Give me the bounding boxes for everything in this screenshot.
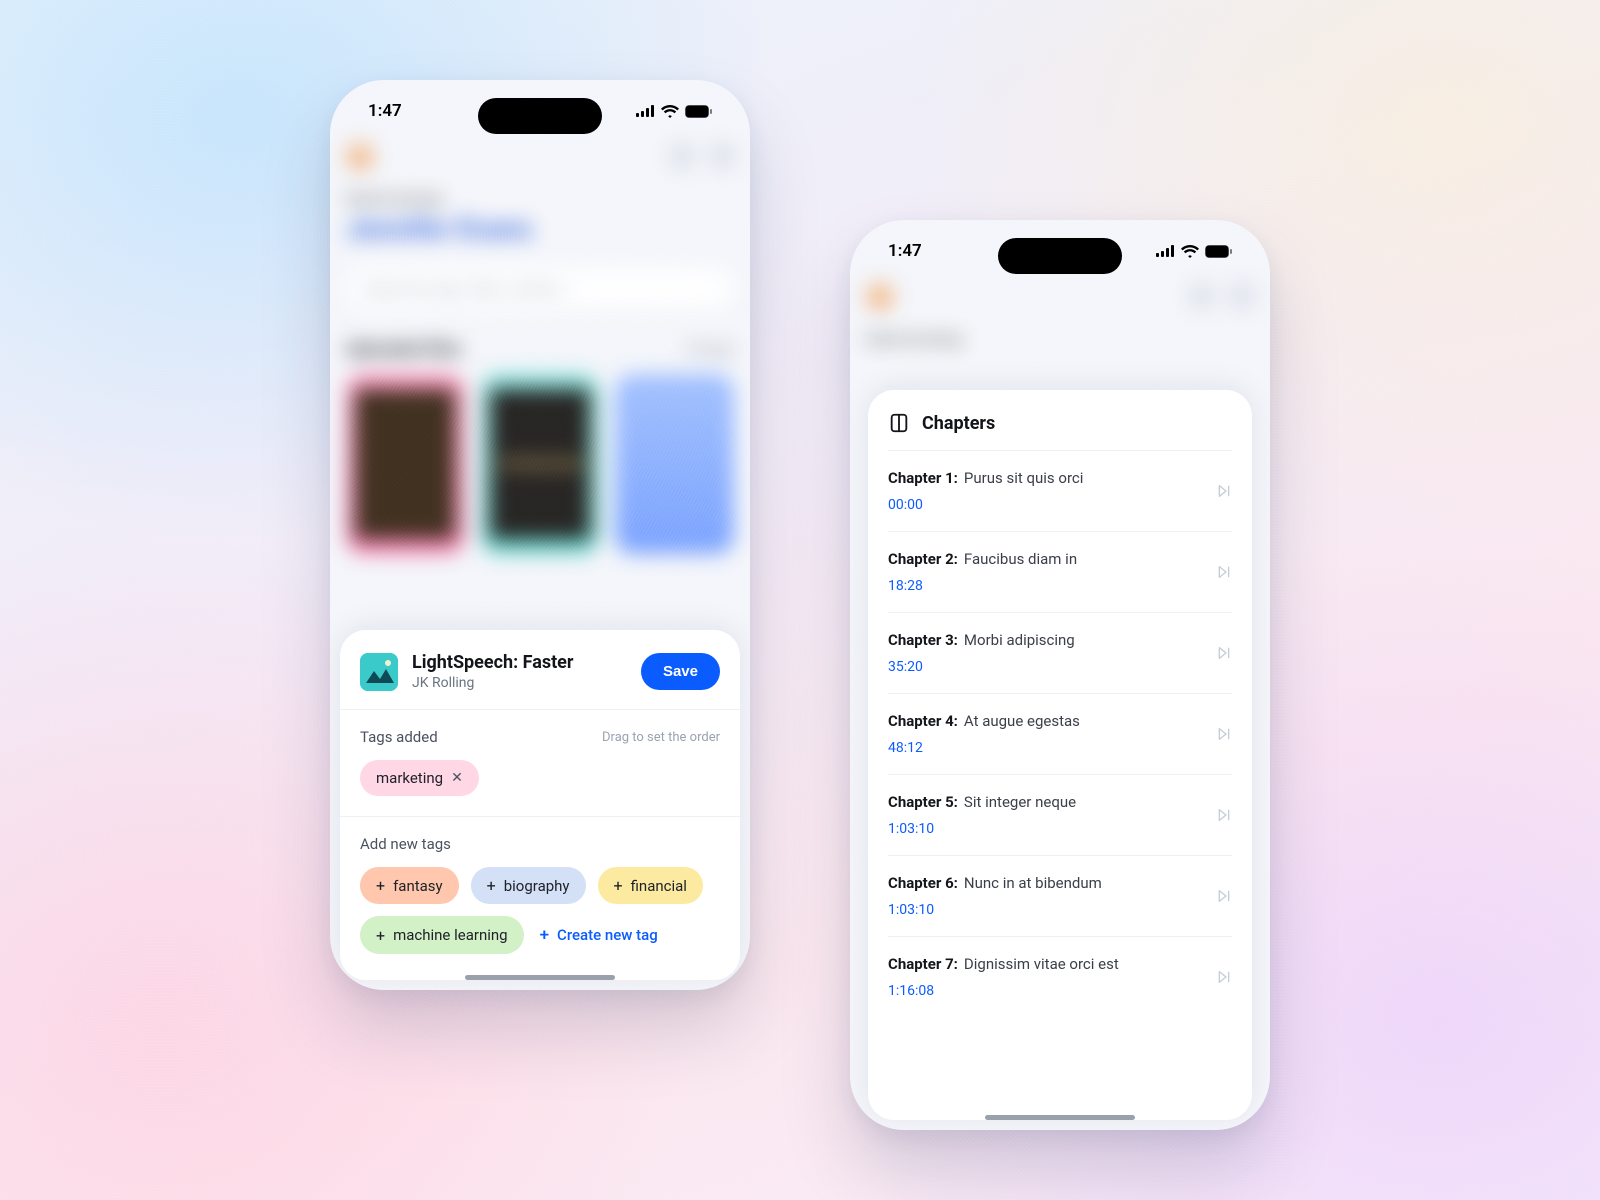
create-new-tag-link[interactable]: + Create new tag: [536, 916, 662, 954]
chapters-title: Chapters: [922, 413, 995, 434]
tag-suggestion-chip[interactable]: + financial: [598, 867, 703, 904]
status-time: 1:47: [368, 101, 402, 121]
chapter-row[interactable]: Chapter 6: Nunc in at bibendum 1:03:10: [888, 855, 1232, 936]
drag-hint: Drag to set the order: [602, 730, 720, 745]
skip-next-icon[interactable]: [1216, 483, 1232, 499]
tag-label: financial: [631, 877, 687, 895]
chapter-number: Chapter 4:: [888, 712, 958, 730]
skip-next-icon[interactable]: [1216, 726, 1232, 742]
chapter-time: 1:03:10: [888, 902, 1102, 918]
bell-icon: [1230, 284, 1254, 308]
save-button[interactable]: Save: [641, 653, 720, 690]
send-icon: [670, 144, 694, 168]
user-name: Jennifer Evans: [346, 212, 734, 245]
chapter-number: Chapter 2:: [888, 550, 958, 568]
cellular-icon: [636, 105, 655, 117]
chapter-name: Nunc in at bibendum: [964, 874, 1102, 892]
chapter-row[interactable]: Chapter 5: Sit integer neque 1:03:10: [888, 774, 1232, 855]
tag-label: machine learning: [393, 926, 508, 944]
book-cover: [615, 374, 734, 554]
chapter-row[interactable]: Chapter 3: Morbi adipiscing 35:20: [888, 612, 1232, 693]
chapter-time: 35:20: [888, 659, 1075, 675]
section-action: All tags: [687, 342, 734, 358]
chapter-time: 18:28: [888, 578, 1077, 594]
plus-icon: +: [540, 925, 549, 945]
sheet-subtitle: JK Rolling: [412, 675, 573, 691]
phone-left: 1:47 Good morning Jennifer Evans Search …: [330, 80, 750, 990]
chapter-row[interactable]: Chapter 4: At augue egestas 48:12: [888, 693, 1232, 774]
home-indicator[interactable]: [985, 1115, 1135, 1120]
chapter-name: Faucibus diam in: [964, 550, 1077, 568]
tag-suggestion-chip[interactable]: + biography: [471, 867, 586, 904]
plus-icon: +: [376, 876, 385, 895]
chapter-name: Purus sit quis orci: [964, 469, 1083, 487]
remove-tag-icon[interactable]: ✕: [451, 770, 463, 786]
plus-icon: +: [376, 926, 385, 945]
tags-added-list: marketing ✕: [360, 760, 720, 796]
send-icon: [1190, 284, 1214, 308]
book-open-icon: [888, 412, 910, 434]
skip-next-icon[interactable]: [1216, 564, 1232, 580]
skip-next-icon[interactable]: [1216, 888, 1232, 904]
avatar: [346, 142, 374, 170]
tag-suggestion-chip[interactable]: + machine learning: [360, 916, 524, 954]
tag-chip[interactable]: marketing ✕: [360, 760, 479, 796]
wifi-icon: [1181, 245, 1199, 258]
chapter-number: Chapter 3:: [888, 631, 958, 649]
book-cover: STEPHEN KING: [481, 374, 600, 554]
phone-right: 1:47 Good morning: [850, 220, 1270, 1130]
avatar: [866, 282, 894, 310]
tag-suggestions: + fantasy + biography + financial + machine lea…: [360, 867, 720, 954]
section-title: Uploaded files: [346, 339, 462, 360]
chapter-name: Sit integer neque: [964, 793, 1076, 811]
chapter-row[interactable]: Chapter 2: Faucibus diam in 18:28: [888, 531, 1232, 612]
create-new-tag-label: Create new tag: [557, 926, 658, 944]
tag-suggestion-chip[interactable]: + fantasy: [360, 867, 459, 904]
plus-icon: +: [487, 876, 496, 895]
chapters-sheet: Chapters Chapter 1: Purus sit quis orci 00…: [868, 390, 1252, 1120]
chapter-row[interactable]: Chapter 1: Purus sit quis orci 00:00: [888, 450, 1232, 531]
skip-next-icon[interactable]: [1216, 969, 1232, 985]
chapter-number: Chapter 6:: [888, 874, 958, 892]
chapter-number: Chapter 1:: [888, 469, 958, 487]
chapter-time: 1:16:08: [888, 983, 1119, 999]
bell-icon: [710, 144, 734, 168]
chapter-time: 48:12: [888, 740, 1080, 756]
battery-icon: [685, 105, 712, 118]
greeting: Good morning: [346, 190, 734, 208]
tag-label: biography: [504, 877, 570, 895]
search-input: Search by tags, titles, content…: [346, 267, 734, 311]
chapter-row[interactable]: Chapter 7: Dignissim vitae orci est 1:16:0…: [888, 936, 1232, 1017]
tag-label: marketing: [376, 769, 443, 787]
tags-sheet: LightSpeech: Faster JK Rolling Save Tags…: [340, 630, 740, 980]
wifi-icon: [661, 105, 679, 118]
chapter-name: At augue egestas: [964, 712, 1080, 730]
skip-next-icon[interactable]: [1216, 645, 1232, 661]
greeting: Good morning: [866, 330, 1254, 348]
chapters-list: Chapter 1:Purus sit quis orci00:00Chapte…: [868, 450, 1252, 1017]
chapter-name: Dignissim vitae orci est: [964, 955, 1119, 973]
plus-icon: +: [614, 876, 623, 895]
sheet-title: LightSpeech: Faster: [412, 652, 573, 673]
tags-added-label: Tags added: [360, 728, 438, 746]
tag-label: fantasy: [393, 877, 443, 895]
chapter-number: Chapter 7:: [888, 955, 958, 973]
book-cover: [346, 374, 465, 554]
cellular-icon: [1156, 245, 1175, 257]
chapter-time: 1:03:10: [888, 821, 1076, 837]
book-thumbnail: [360, 653, 398, 691]
dynamic-island: [478, 98, 602, 134]
home-indicator[interactable]: [465, 975, 615, 980]
status-time: 1:47: [888, 241, 922, 261]
chapter-number: Chapter 5:: [888, 793, 958, 811]
chapter-name: Morbi adipiscing: [964, 631, 1075, 649]
add-new-tags-label: Add new tags: [360, 835, 451, 853]
skip-next-icon[interactable]: [1216, 807, 1232, 823]
dynamic-island: [998, 238, 1122, 274]
battery-icon: [1205, 245, 1232, 258]
chapter-time: 00:00: [888, 497, 1083, 513]
